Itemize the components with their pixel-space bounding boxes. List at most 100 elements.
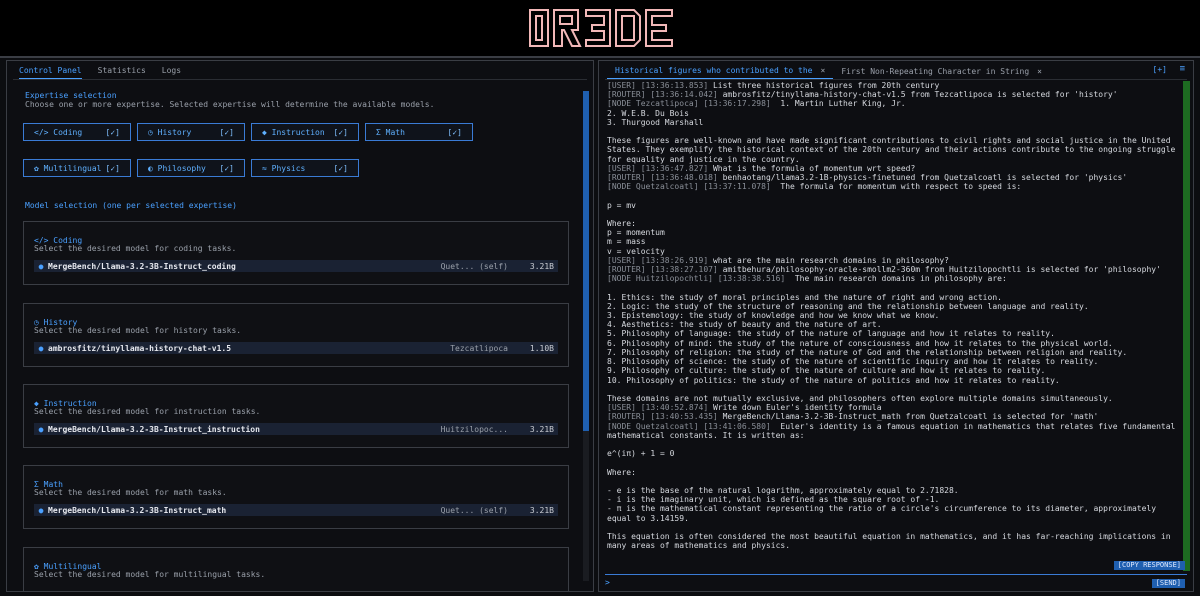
model-selection-title: Model selection (one per selected expert… <box>25 201 237 210</box>
model-option-row[interactable]: ● ambrosfitz/tinyllama-history-chat-v1.5… <box>34 342 558 354</box>
message-tag: [ROUTER] [13:36:48.018] <box>607 173 718 183</box>
message-tag: [ROUTER] [13:36:14.042] <box>607 90 718 100</box>
chat-scrollbar-thumb[interactable] <box>1183 81 1190 571</box>
checkbox-icon: [✓] <box>219 127 234 137</box>
expertise-label: Philosophy <box>157 163 206 173</box>
chat-message: [ROUTER] [13:36:48.018] benhaotang/llama… <box>607 173 1179 182</box>
chat-tab-label: First Non-Repeating Character in String <box>841 66 1030 76</box>
left-scrollbar-thumb[interactable] <box>583 91 589 431</box>
close-icon[interactable]: × <box>1037 67 1042 76</box>
expertise-multilingual-button[interactable]: ✿ Multilingual [✓] <box>23 159 131 177</box>
expertise-physics-button[interactable]: ≈ Physics [✓] <box>251 159 359 177</box>
expertise-label: History <box>157 127 192 137</box>
message-text: Euler's identity is a famous equation in… <box>607 421 1176 551</box>
checkbox-icon: [✓] <box>105 163 120 173</box>
model-name: MergeBench/Llama-3.2-3B-Instruct_instruc… <box>48 424 260 434</box>
message-text: The main research domains in philosophy … <box>607 274 1128 403</box>
model-size: 1.10B <box>529 343 554 353</box>
menu-icon[interactable]: ≡ <box>1180 64 1185 74</box>
message-tag: [NODE Tezcatlipoca] [13:36:17.298] <box>607 99 771 109</box>
left-scrollbar[interactable] <box>583 91 589 581</box>
expertise-coding-button[interactable]: </> Coding [✓] <box>23 123 131 141</box>
chat-message: [ROUTER] [13:38:27.107] amitbehura/philo… <box>607 265 1179 274</box>
chat-message: [NODE Quetzalcoatl] [13:37:11.078] The f… <box>607 182 1179 256</box>
control-panel: Control Panel Statistics Logs Expertise … <box>6 60 594 592</box>
expertise-label: Multilingual <box>43 163 102 173</box>
checkbox-icon: [✓] <box>105 127 120 137</box>
radio-selected-icon: ● <box>38 343 44 353</box>
copy-response-button[interactable]: [COPY RESPONSE] <box>1113 561 1185 570</box>
half-circle-icon: ◐ <box>148 163 153 173</box>
clock-icon: ◷ <box>148 127 153 137</box>
card-subtitle: Select the desired model for multilingua… <box>34 570 266 579</box>
chat-message: [NODE Tezcatlipoca] [13:36:17.298] 1. Ma… <box>607 99 1179 163</box>
message-tag: [ROUTER] [13:38:27.107] <box>607 265 718 275</box>
send-button[interactable]: [SEND] <box>1151 579 1185 588</box>
app-header <box>0 0 1200 58</box>
new-tab-button[interactable]: [+] <box>1153 65 1167 74</box>
tab-logs[interactable]: Logs <box>162 63 181 79</box>
tab-control-panel[interactable]: Control Panel <box>19 63 82 79</box>
chat-tab-historical-figures[interactable]: Historical figures who contributed to th… <box>607 63 834 79</box>
chat-message: [ROUTER] [13:36:14.042] ambrosfitz/tinyl… <box>607 90 1179 99</box>
radio-selected-icon: ● <box>38 261 44 271</box>
chat-panel: Historical figures who contributed to th… <box>598 60 1194 592</box>
model-card-multilingual: ✿ Multilingual Select the desired model … <box>23 547 569 591</box>
message-tag: [USER] [13:40:52.874] <box>607 403 709 413</box>
chat-tab-bar: Historical figures who contributed to th… <box>607 63 1050 79</box>
message-tag: [USER] [13:38:26.919] <box>607 255 709 265</box>
tab-divider <box>13 79 587 80</box>
chat-tab-first-non-repeating[interactable]: First Non-Repeating Character in String … <box>833 63 1050 79</box>
tab-statistics[interactable]: Statistics <box>98 63 146 79</box>
chat-scrollbar[interactable] <box>1183 81 1190 571</box>
input-divider <box>605 574 1187 575</box>
message-tag: [NODE Quetzalcoatl] [13:37:11.078] <box>607 182 771 192</box>
chat-log: [USER] [13:36:13.853] List three histori… <box>607 81 1179 571</box>
chat-message: [USER] [13:40:52.874] Write down Euler's… <box>607 403 1179 412</box>
chat-tab-divider <box>605 79 1187 80</box>
expertise-subtitle: Choose one or more expertise. Selected e… <box>25 100 435 109</box>
close-icon[interactable]: × <box>820 66 825 75</box>
wave-icon: ≈ <box>262 163 267 173</box>
model-option-row[interactable]: ● MergeBench/Llama-3.2-3B-Instruct_instr… <box>34 423 558 435</box>
chat-message: [USER] [13:38:26.919] what are the main … <box>607 256 1179 265</box>
message-tag: [NODE Huitzilopochtli] [13:38:38.516] <box>607 274 786 284</box>
expertise-history-button[interactable]: ◷ History [✓] <box>137 123 245 141</box>
expertise-label: Instruction <box>271 127 325 137</box>
radio-selected-icon: ● <box>38 505 44 515</box>
prompt-icon: > <box>605 578 610 587</box>
chat-tab-label: Historical figures who contributed to th… <box>615 66 813 75</box>
model-option-row[interactable]: ● MergeBench/Llama-3.2-3B-Instruct_math … <box>34 504 558 516</box>
checkbox-icon: [✓] <box>447 127 462 137</box>
message-tag: [USER] [13:36:13.853] <box>607 81 709 90</box>
card-subtitle: Select the desired model for instruction… <box>34 407 261 416</box>
expertise-instruction-button[interactable]: ◆ Instruction [✓] <box>251 123 359 141</box>
message-text: benhaotang/llama3.2-1B-physics-finetuned… <box>717 173 1128 183</box>
message-text: What is the formula of momentum wrt spee… <box>708 163 916 173</box>
message-text: ambrosfitz/tinyllama-history-chat-v1.5 f… <box>717 90 1118 100</box>
message-text: 1. Martin Luther King, Jr. 2. W.E.B. Du … <box>607 99 1176 164</box>
model-name: MergeBench/Llama-3.2-3B-Instruct_math <box>48 505 227 515</box>
message-tag: [USER] [13:36:47.827] <box>607 163 709 173</box>
radio-selected-icon: ● <box>38 424 44 434</box>
message-tag: [NODE Quetzalcoatl] [13:41:06.580] <box>607 421 771 431</box>
code-icon: </> <box>34 127 49 137</box>
expertise-label: Coding <box>53 127 83 137</box>
model-card-math: Σ Math Select the desired model for math… <box>23 465 569 529</box>
expertise-philosophy-button[interactable]: ◐ Philosophy [✓] <box>137 159 245 177</box>
model-size: 3.21B <box>529 505 554 515</box>
message-text: Write down Euler's identity formula <box>708 403 882 413</box>
model-card-instruction: ◆ Instruction Select the desired model f… <box>23 384 569 448</box>
chat-message: [NODE Quetzalcoatl] [13:41:06.580] Euler… <box>607 422 1179 551</box>
chat-message: [USER] [13:36:47.827] What is the formul… <box>607 164 1179 173</box>
checkbox-icon: [✓] <box>219 163 234 173</box>
model-provider: Huitzilopoc... <box>440 424 508 434</box>
model-option-row[interactable]: ● MergeBench/Llama-3.2-3B-Instruct_codin… <box>34 260 558 272</box>
model-size: 3.21B <box>529 261 554 271</box>
checkbox-icon: [✓] <box>333 127 348 137</box>
chat-message: [ROUTER] [13:40:53.435] MergeBench/Llama… <box>607 412 1179 421</box>
expertise-math-button[interactable]: Σ Math [✓] <box>365 123 473 141</box>
model-provider: Quet... (self) <box>440 261 508 271</box>
chat-input[interactable] <box>615 576 1135 588</box>
model-name: ambrosfitz/tinyllama-history-chat-v1.5 <box>48 343 232 353</box>
